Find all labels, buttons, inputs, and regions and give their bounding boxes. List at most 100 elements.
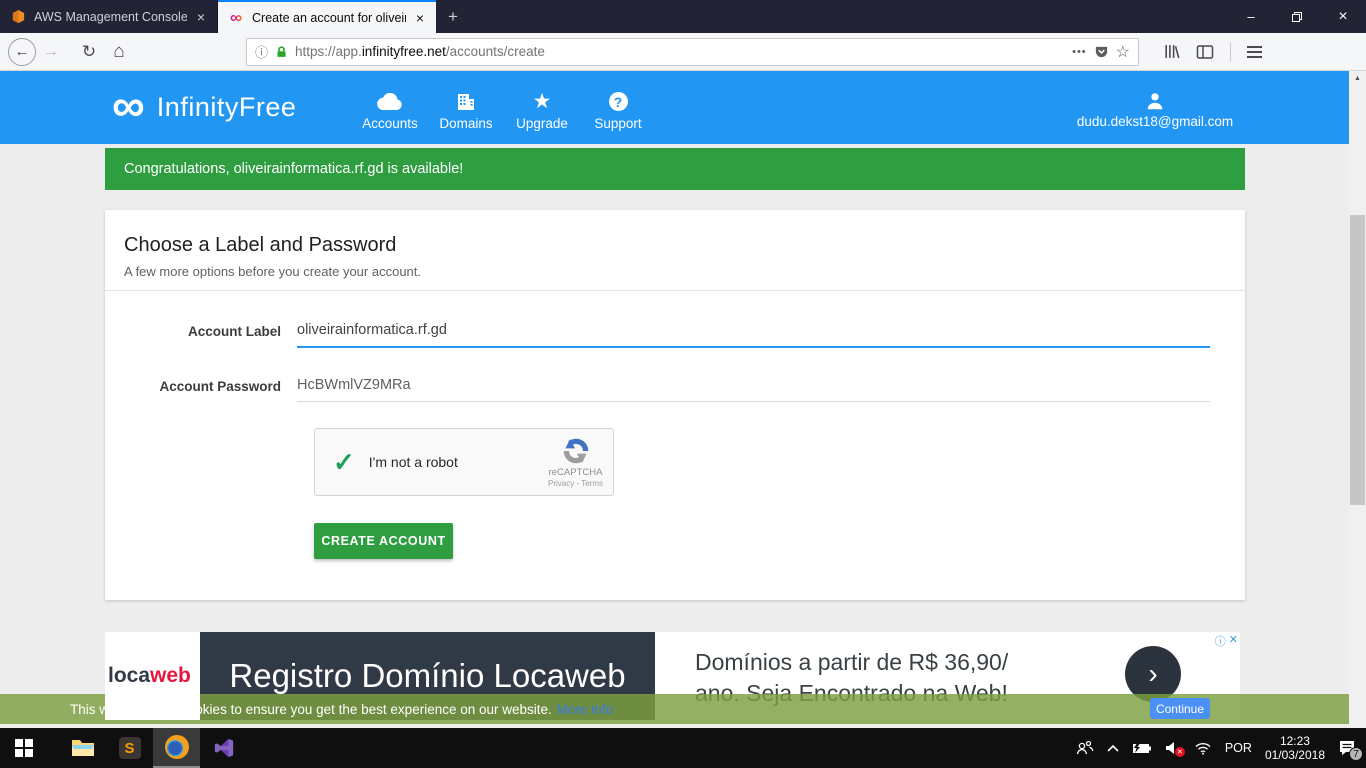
cookie-consent-bar: This website uses cookies to ensure you … [0, 694, 1366, 724]
recaptcha-widget[interactable]: ✓ I'm not a robot reCAPTCHA Privacy - Te… [314, 428, 614, 496]
user-menu[interactable]: dudu.dekst18@gmail.com [1065, 71, 1245, 144]
user-email: dudu.dekst18@gmail.com [1077, 114, 1233, 129]
url-domain: infinityfree.net [362, 44, 446, 59]
aws-favicon-icon [10, 9, 26, 25]
card-subtitle: A few more options before you create you… [105, 257, 1245, 279]
new-tab-button[interactable]: + [436, 0, 470, 33]
mute-badge-icon: ✕ [1175, 747, 1185, 757]
tab-close-icon[interactable]: × [414, 10, 426, 26]
reload-button[interactable]: ↻ [74, 42, 104, 62]
https-lock-icon [275, 45, 288, 59]
clock[interactable]: 12:23 01/03/2018 [1265, 734, 1325, 762]
battery-icon[interactable] [1132, 742, 1152, 754]
nav-item-upgrade[interactable]: ★ Upgrade [504, 71, 580, 144]
sublime-text-button[interactable]: S [106, 728, 153, 768]
sublime-icon: S [119, 737, 141, 759]
people-icon[interactable] [1076, 740, 1094, 756]
nav-item-domains[interactable]: Domains [428, 71, 504, 144]
url-bar[interactable]: ⓘ https://app.infinityfree.net/accounts/… [246, 38, 1139, 66]
recaptcha-label: I'm not a robot [369, 454, 458, 470]
nav-label: Upgrade [516, 116, 568, 131]
account-password-input[interactable]: HcBWmlVZ9MRa [297, 377, 411, 393]
sidebar-toggle-icon[interactable] [1196, 44, 1214, 60]
forward-button[interactable]: → [36, 43, 66, 61]
window-controls: – × [1228, 0, 1366, 33]
page-viewport: ∞ InfinityFree Accounts Domains ★ [0, 71, 1366, 728]
library-icon[interactable] [1163, 43, 1180, 60]
account-password-underline [297, 401, 1210, 402]
success-banner: Congratulations, oliveirainformatica.rf.… [105, 148, 1245, 190]
visual-studio-button[interactable] [200, 728, 247, 768]
nav-item-accounts[interactable]: Accounts [352, 71, 428, 144]
star-icon: ★ [533, 91, 552, 113]
language-indicator[interactable]: POR [1225, 741, 1252, 755]
infinity-logo-icon: ∞ [112, 82, 145, 128]
tab-title: Create an account for oliveirain [252, 11, 406, 25]
tab-infinityfree-create[interactable]: ∞ Create an account for oliveirain × [218, 0, 436, 33]
locaweb-logo: locaweb [108, 664, 191, 688]
url-text[interactable]: https://app.infinityfree.net/accounts/cr… [295, 44, 1065, 59]
restore-button[interactable] [1274, 0, 1320, 33]
file-explorer-button[interactable] [59, 728, 106, 768]
site-nav: Accounts Domains ★ Upgrade ? Support [352, 71, 656, 144]
card-title: Choose a Label and Password [105, 210, 1245, 257]
home-button[interactable]: ⌂ [104, 41, 134, 63]
recaptcha-privacy-terms[interactable]: Privacy - Terms [548, 479, 603, 488]
page-scrollbar[interactable]: ▲ [1349, 71, 1366, 728]
toolbar-right [1163, 42, 1276, 62]
scrollbar-thumb[interactable] [1350, 215, 1365, 505]
account-label-input[interactable]: oliveirainformatica.rf.gd [297, 322, 447, 338]
nav-label: Domains [439, 116, 492, 131]
tab-title: AWS Management Console [34, 10, 187, 24]
cookie-more-info-link[interactable]: More info [557, 702, 613, 717]
cloud-icon [377, 91, 403, 113]
url-path: /accounts/create [446, 44, 545, 59]
question-icon: ? [609, 91, 628, 113]
firefox-icon [165, 735, 189, 759]
nav-item-support[interactable]: ? Support [580, 71, 656, 144]
account-label-label: Account Label [105, 324, 281, 339]
minimize-button[interactable]: – [1228, 0, 1274, 33]
start-button[interactable] [0, 728, 47, 768]
infinityfree-favicon-icon: ∞ [228, 10, 244, 26]
bookmark-star-icon[interactable]: ☆ [1116, 42, 1130, 62]
brand-name: InfinityFree [157, 92, 297, 123]
user-icon [1144, 90, 1166, 112]
taskbar: S ✕ POR 12:23 01/03/ [0, 728, 1366, 768]
show-hidden-icons-chevron[interactable] [1107, 744, 1119, 752]
browser-toolbar: ← → ↻ ⌂ ⓘ https://app.infinityfree.net/a… [0, 33, 1366, 71]
recaptcha-logo-icon [562, 437, 590, 465]
page-info-icon[interactable]: ⓘ [255, 42, 268, 61]
ad-close-icon[interactable]: ✕ [1229, 633, 1238, 649]
scrollbar-up-icon[interactable]: ▲ [1349, 71, 1366, 82]
volume-muted-icon[interactable]: ✕ [1165, 741, 1181, 755]
screen: AWS Management Console × ∞ Create an acc… [0, 0, 1366, 768]
browser-titlebar: AWS Management Console × ∞ Create an acc… [0, 0, 1366, 33]
notification-center-button[interactable]: 7 [1338, 740, 1356, 756]
nav-label: Support [594, 116, 641, 131]
recaptcha-checkmark-icon[interactable]: ✓ [333, 447, 355, 478]
card-divider [105, 290, 1245, 291]
tab-aws-console[interactable]: AWS Management Console × [0, 0, 218, 33]
infinityfree-logo[interactable]: ∞ InfinityFree [112, 71, 296, 144]
tray-date: 01/03/2018 [1265, 748, 1325, 762]
create-account-button[interactable]: CREATE ACCOUNT [314, 523, 453, 559]
notification-badge: 7 [1349, 747, 1363, 761]
back-button[interactable]: ← [8, 38, 36, 66]
tray-time: 12:23 [1265, 734, 1325, 748]
recaptcha-brand: reCAPTCHA Privacy - Terms [548, 437, 603, 488]
site-header: ∞ InfinityFree Accounts Domains ★ [0, 71, 1349, 144]
page-actions-button[interactable]: ••• [1072, 46, 1087, 58]
building-icon [456, 91, 476, 113]
hamburger-menu-icon[interactable] [1247, 46, 1262, 58]
close-button[interactable]: × [1320, 0, 1366, 33]
firefox-button[interactable] [153, 728, 200, 768]
adchoices-info-icon[interactable]: ⓘ [1215, 633, 1226, 649]
cookie-continue-button[interactable]: Continue [1150, 698, 1210, 719]
nav-label: Accounts [362, 116, 418, 131]
recaptcha-name: reCAPTCHA [549, 467, 603, 478]
wifi-icon[interactable] [1194, 741, 1212, 755]
tab-close-icon[interactable]: × [195, 9, 207, 25]
pocket-icon[interactable] [1094, 44, 1109, 59]
system-tray: ✕ POR 12:23 01/03/2018 7 [1076, 734, 1366, 762]
